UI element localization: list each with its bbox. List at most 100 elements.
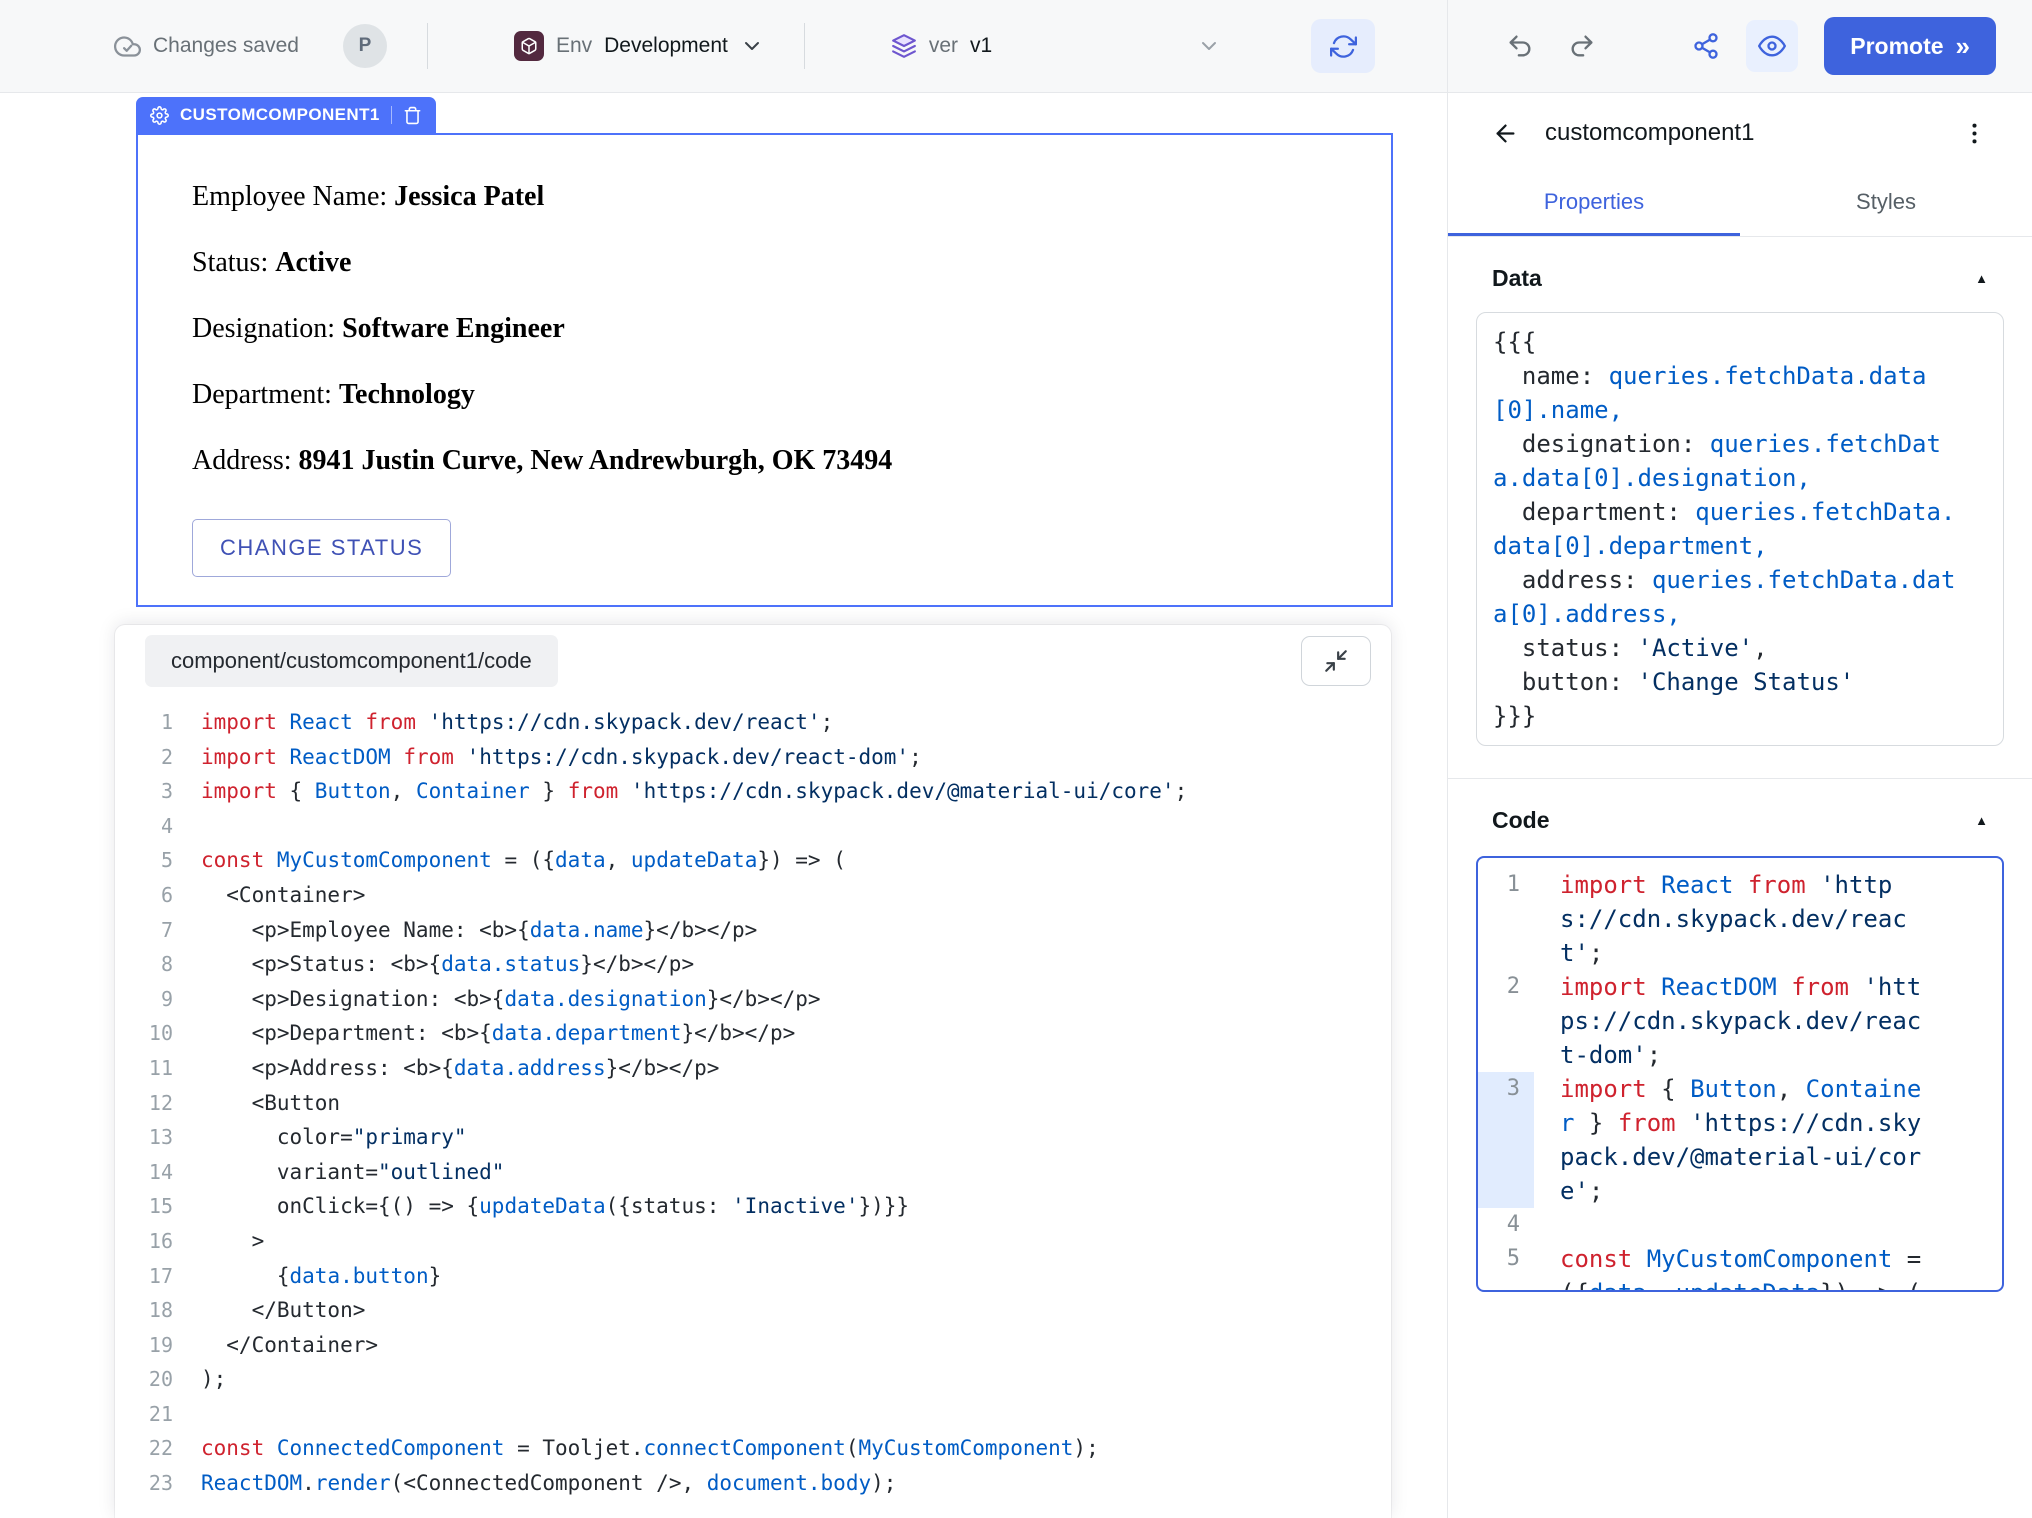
redo-button[interactable] bbox=[1568, 32, 1596, 60]
code-line: 11 <p>Address: <b>{data.address}</b></p> bbox=[115, 1051, 1391, 1086]
version-selector[interactable]: ver v1 bbox=[891, 33, 1221, 59]
promote-label: Promote bbox=[1850, 33, 1943, 60]
trash-icon[interactable] bbox=[403, 106, 422, 125]
component-tag[interactable]: CUSTOMCOMPONENT1 bbox=[136, 97, 436, 133]
component-tag-label: CUSTOMCOMPONENT1 bbox=[180, 105, 380, 125]
component-fields: Employee Name: Jessica PatelStatus: Acti… bbox=[192, 181, 1337, 477]
cloud-check-icon bbox=[114, 33, 141, 60]
inspector-header: customcomponent1 bbox=[1448, 93, 2032, 173]
chevron-down-icon bbox=[1197, 34, 1221, 58]
divider bbox=[427, 23, 428, 69]
code-line: 21 bbox=[115, 1397, 1391, 1432]
divider bbox=[391, 106, 392, 124]
component-text-line: Employee Name: Jessica Patel bbox=[192, 181, 1337, 213]
divider bbox=[804, 23, 805, 69]
code-editor-body[interactable]: 1import React from 'https://cdn.skypack.… bbox=[115, 691, 1391, 1501]
data-code-line: button: 'Change Status' bbox=[1493, 665, 1987, 699]
collapse-triangle-icon[interactable]: ▲ bbox=[1975, 813, 1988, 828]
code-section: Code ▲ 1import React from 'https://cdn.s… bbox=[1448, 779, 2032, 1292]
data-code-line: status: 'Active', bbox=[1493, 631, 1987, 665]
share-button[interactable] bbox=[1692, 32, 1720, 60]
kebab-menu-icon[interactable] bbox=[1961, 120, 1988, 147]
code-line: 14 variant="outlined" bbox=[115, 1155, 1391, 1190]
data-code-line: {{{ bbox=[1493, 325, 1987, 359]
data-code-input[interactable]: {{{ name: queries.fetchData.data[0].name… bbox=[1476, 312, 2004, 746]
changes-saved-label: Changes saved bbox=[153, 34, 299, 58]
env-value: Development bbox=[604, 34, 728, 58]
data-code-line: a[0].address, bbox=[1493, 597, 1987, 631]
component-text-line: Department: Technology bbox=[192, 379, 1337, 411]
environment-selector[interactable]: Env Development bbox=[514, 31, 764, 61]
data-code-line: department: queries.fetchData. bbox=[1493, 495, 1987, 529]
topbar: Changes saved P Env Development ver bbox=[0, 0, 1447, 93]
undo-redo-group bbox=[1506, 32, 1596, 60]
data-code-line: [0].name, bbox=[1493, 393, 1987, 427]
code-section-title: Code bbox=[1492, 807, 1550, 834]
change-status-button[interactable]: CHANGE STATUS bbox=[192, 519, 451, 577]
collapse-arrows-icon bbox=[1323, 648, 1349, 674]
component-text-line: Designation: Software Engineer bbox=[192, 313, 1337, 345]
code-line: 13 color="primary" bbox=[115, 1120, 1391, 1155]
back-button[interactable] bbox=[1492, 120, 1519, 147]
app-canvas[interactable]: CUSTOMCOMPONENT1 Employee Name: Jessica … bbox=[0, 93, 1447, 1518]
data-code-line: }}} bbox=[1493, 699, 1987, 733]
ver-value: v1 bbox=[970, 34, 992, 58]
avatar[interactable]: P bbox=[343, 24, 387, 68]
code-line: 7 <p>Employee Name: <b>{data.name}</b></… bbox=[115, 913, 1391, 948]
data-code-line: address: queries.fetchData.dat bbox=[1493, 563, 1987, 597]
code-line: 1import React from 'https://cdn.skypack.… bbox=[115, 705, 1391, 740]
layers-icon bbox=[891, 33, 917, 59]
sync-button[interactable] bbox=[1311, 19, 1375, 73]
code-line: 4 bbox=[115, 809, 1391, 844]
eye-icon bbox=[1758, 32, 1786, 60]
inspector-column: Promote » customcomponent1 Properties St… bbox=[1447, 0, 2032, 1518]
data-section-title: Data bbox=[1492, 265, 1542, 292]
code-path-breadcrumb: component/customcomponent1/code bbox=[145, 635, 558, 687]
release-actions: Promote » bbox=[1692, 17, 1996, 75]
tab-properties[interactable]: Properties bbox=[1448, 173, 1740, 236]
tab-styles[interactable]: Styles bbox=[1740, 173, 2032, 236]
code-line: 19 </Container> bbox=[115, 1328, 1391, 1363]
preview-button[interactable] bbox=[1746, 20, 1798, 72]
custom-component-widget[interactable]: Employee Name: Jessica PatelStatus: Acti… bbox=[136, 133, 1393, 607]
code-line: 8 <p>Status: <b>{data.status}</b></p> bbox=[115, 947, 1391, 982]
code-line: 15 onClick={() => {updateData({status: '… bbox=[115, 1189, 1391, 1224]
editor-column: Changes saved P Env Development ver bbox=[0, 0, 1447, 1518]
mini-code-line: 3import { Button, Container } from 'http… bbox=[1478, 1072, 2002, 1208]
collapse-triangle-icon[interactable]: ▲ bbox=[1975, 271, 1988, 286]
data-code-line: a.data[0].designation, bbox=[1493, 461, 1987, 495]
inspector-title: customcomponent1 bbox=[1545, 119, 1754, 147]
undo-button[interactable] bbox=[1506, 32, 1534, 60]
collapse-editor-button[interactable] bbox=[1301, 636, 1371, 686]
code-line: 18 </Button> bbox=[115, 1293, 1391, 1328]
code-editor-panel: component/customcomponent1/code 1import … bbox=[115, 625, 1391, 1518]
gear-icon[interactable] bbox=[150, 106, 169, 125]
changes-saved: Changes saved bbox=[114, 33, 299, 60]
code-line: 23ReactDOM.render(<ConnectedComponent />… bbox=[115, 1466, 1391, 1501]
code-line: 12 <Button bbox=[115, 1086, 1391, 1121]
data-code-line: designation: queries.fetchDat bbox=[1493, 427, 1987, 461]
mini-code-line: 5const MyCustomComponent =({data, update… bbox=[1478, 1242, 2002, 1292]
code-line: 16 > bbox=[115, 1224, 1391, 1259]
code-line: 5const MyCustomComponent = ({data, updat… bbox=[115, 843, 1391, 878]
chevron-down-icon bbox=[740, 34, 764, 58]
mini-code-line: 1import React from 'https://cdn.skypack.… bbox=[1478, 868, 2002, 970]
code-line: 22const ConnectedComponent = Tooljet.con… bbox=[115, 1431, 1391, 1466]
code-editor-header: component/customcomponent1/code bbox=[115, 625, 1391, 691]
mini-code-line: 2import ReactDOM from 'https://cdn.skypa… bbox=[1478, 970, 2002, 1072]
mini-code-line: 4 bbox=[1478, 1208, 2002, 1242]
code-line: 20); bbox=[115, 1362, 1391, 1397]
code-line: 17 {data.button} bbox=[115, 1259, 1391, 1294]
code-line: 6 <Container> bbox=[115, 878, 1391, 913]
code-mini-editor[interactable]: 1import React from 'https://cdn.skypack.… bbox=[1476, 856, 2004, 1292]
ver-label: ver bbox=[929, 34, 958, 58]
code-line: 10 <p>Department: <b>{data.department}</… bbox=[115, 1016, 1391, 1051]
data-code-line: data[0].department, bbox=[1493, 529, 1987, 563]
code-line: 3import { Button, Container } from 'http… bbox=[115, 774, 1391, 809]
env-label: Env bbox=[556, 34, 592, 58]
code-line: 2import ReactDOM from 'https://cdn.skypa… bbox=[115, 740, 1391, 775]
sync-icon bbox=[1330, 33, 1357, 60]
inspector-tabs: Properties Styles bbox=[1448, 173, 2032, 237]
promote-button[interactable]: Promote » bbox=[1824, 17, 1996, 75]
app-window: Changes saved P Env Development ver bbox=[0, 0, 2032, 1518]
